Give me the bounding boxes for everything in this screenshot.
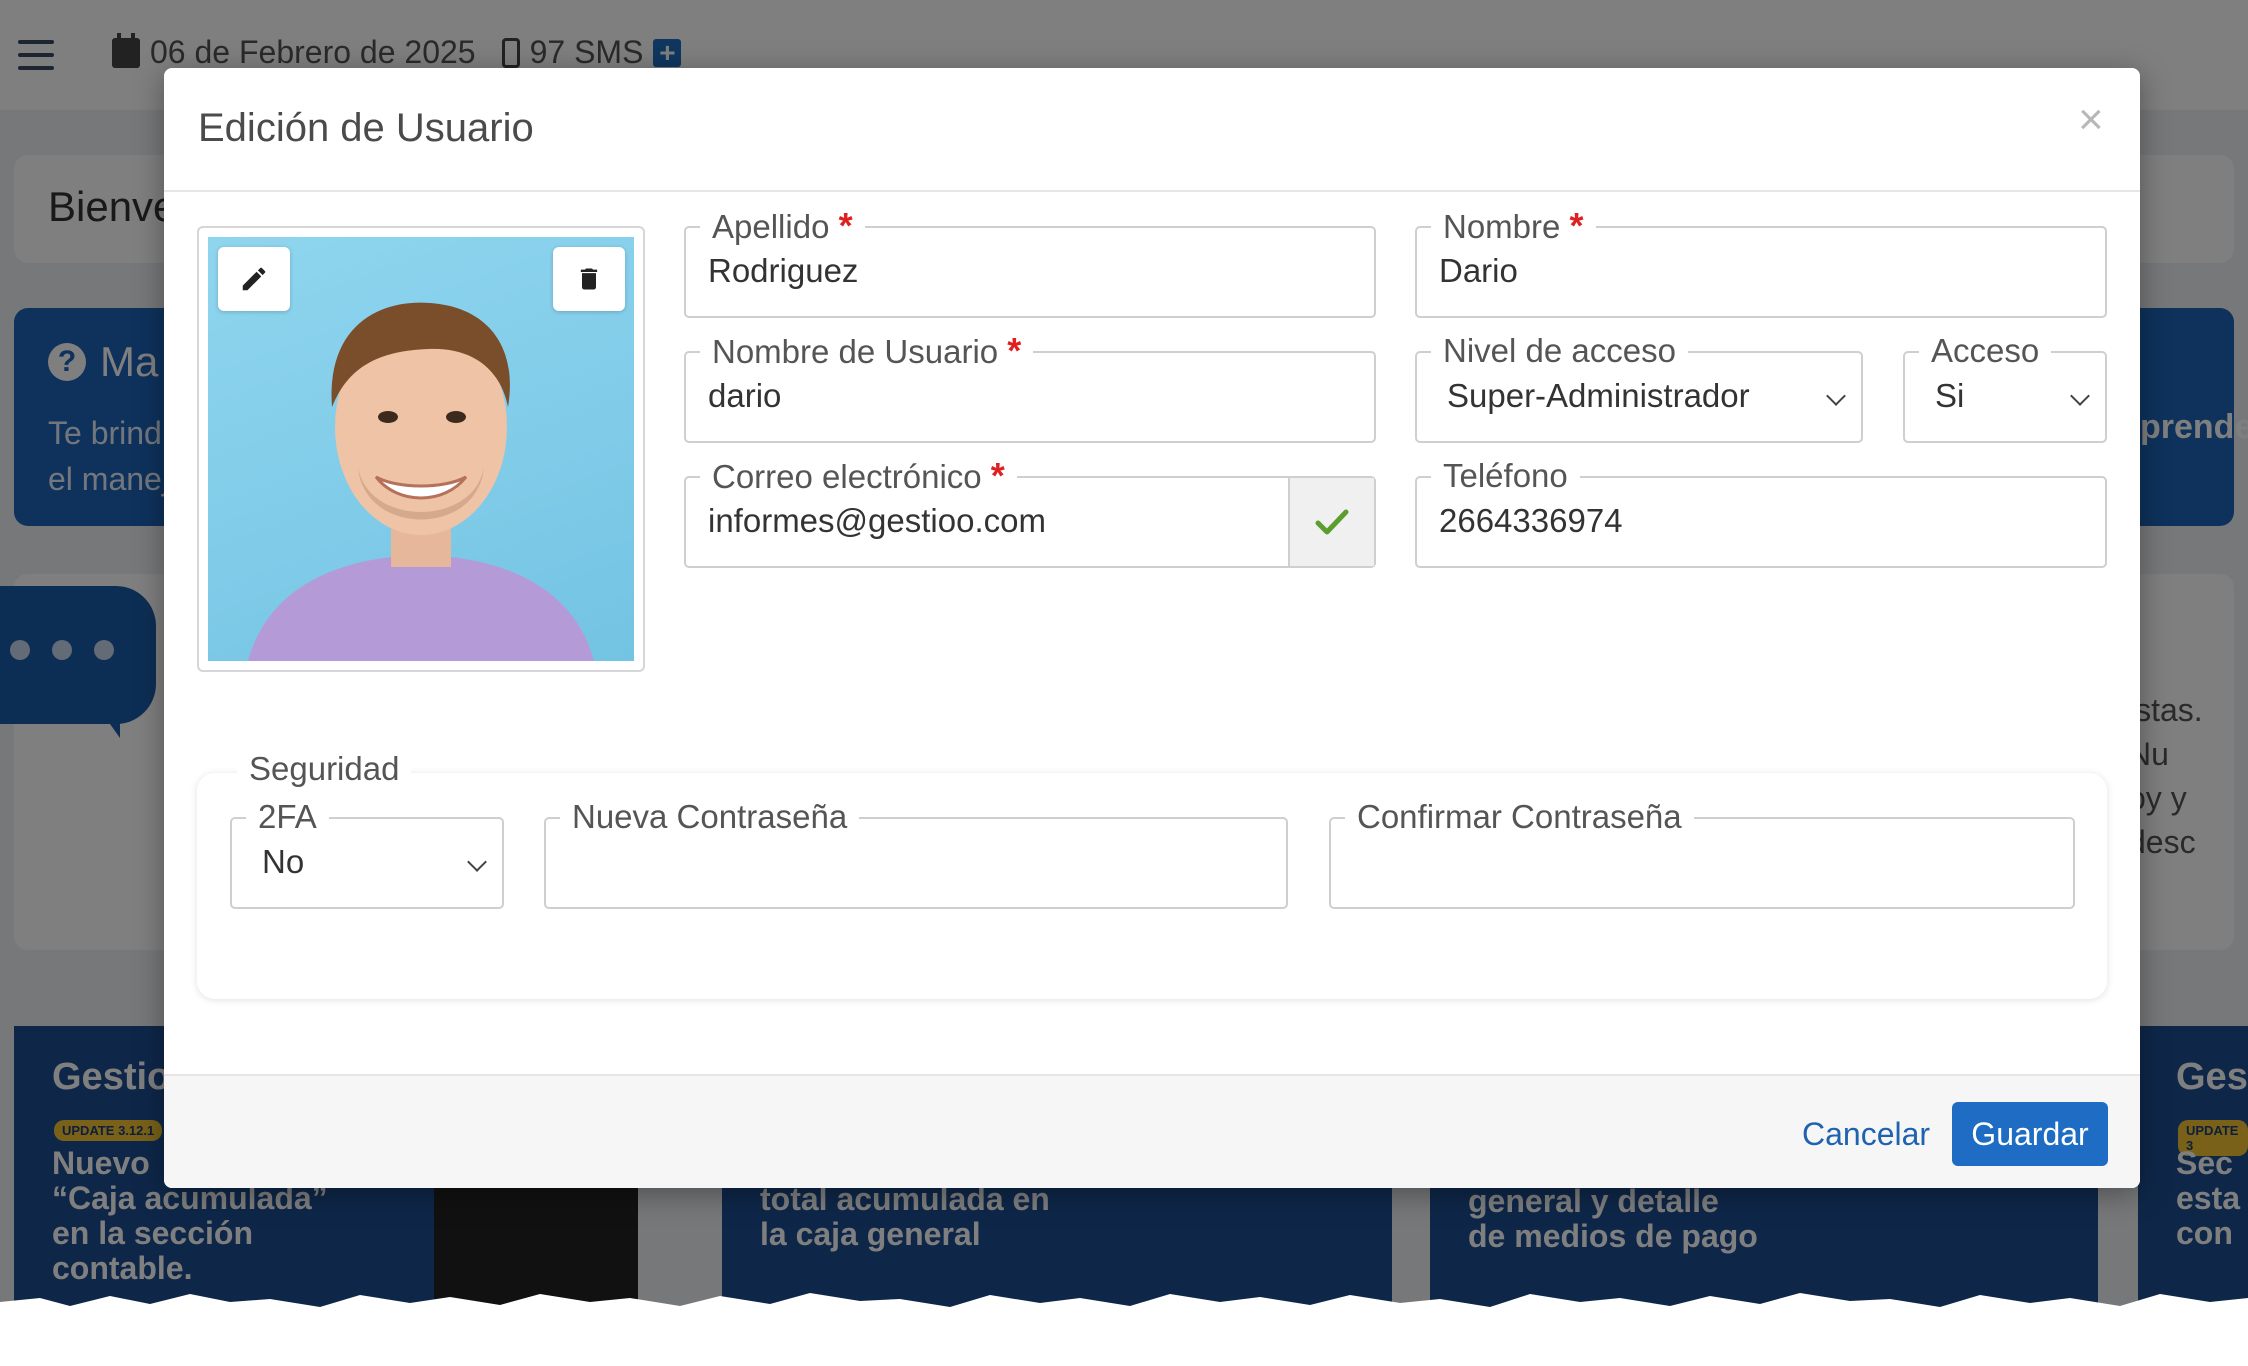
chevron-down-icon [1826, 386, 1846, 406]
modal-header: Edición de Usuario × [164, 68, 2140, 192]
chevron-down-icon [2070, 386, 2090, 406]
close-icon[interactable]: × [2078, 98, 2104, 142]
telefono-input[interactable]: 2664336974 [1439, 502, 1623, 540]
check-icon [1315, 509, 1349, 535]
apellido-label: Apellido * [700, 206, 865, 247]
apellido-field[interactable]: Apellido * Rodriguez [684, 206, 1376, 318]
modal-footer: Cancelar Guardar [164, 1074, 2140, 1188]
acceso-select[interactable]: Acceso Si [1903, 331, 2107, 443]
usuario-label: Nombre de Usuario * [700, 330, 1034, 372]
nombre-field[interactable]: Nombre * Dario [1415, 206, 2107, 318]
usuario-label-text: Nombre de Usuario [712, 333, 999, 370]
required-marker: * [990, 455, 1005, 496]
correo-label-text: Correo electrónico [712, 458, 982, 495]
usuario-input[interactable]: dario [708, 377, 781, 415]
twofa-select[interactable]: 2FA No [230, 797, 504, 909]
confirm-password-field[interactable]: Confirmar Contraseña [1329, 797, 2075, 909]
twofa-label: 2FA [246, 797, 329, 837]
apellido-input[interactable]: Rodriguez [708, 252, 858, 290]
user-photo-frame [197, 226, 645, 672]
chevron-down-icon [467, 852, 487, 872]
pencil-icon [242, 267, 266, 291]
new-password-label: Nueva Contraseña [560, 797, 860, 837]
apellido-label-text: Apellido [712, 208, 830, 245]
nivel-acceso-value: Super-Administrador [1447, 377, 1750, 414]
cancel-button[interactable]: Cancelar [1802, 1116, 1930, 1153]
edit-photo-button[interactable] [218, 247, 290, 311]
new-password-field[interactable]: Nueva Contraseña [544, 797, 1288, 909]
edit-user-modal: Edición de Usuario × Apellido * Rodrigue… [164, 68, 2140, 1188]
nivel-acceso-label: Nivel de acceso [1431, 331, 1688, 371]
required-marker: * [1569, 205, 1584, 246]
twofa-value: No [262, 843, 305, 880]
required-marker: * [838, 205, 853, 246]
security-section: Seguridad 2FA No Nueva Contraseña Confir… [197, 749, 2107, 999]
modal-title: Edición de Usuario [198, 106, 534, 150]
delete-photo-button[interactable] [553, 247, 625, 311]
usuario-field[interactable]: Nombre de Usuario * dario [684, 331, 1376, 443]
security-legend: Seguridad [237, 749, 412, 789]
user-photo [208, 237, 634, 661]
acceso-label: Acceso [1919, 331, 2052, 371]
telefono-label: Teléfono [1431, 456, 1580, 496]
correo-field[interactable]: Correo electrónico * informes@gestioo.co… [684, 456, 1376, 568]
torn-edge [0, 1293, 2248, 1366]
nivel-acceso-select[interactable]: Nivel de acceso Super-Administrador [1415, 331, 1863, 443]
correo-input[interactable]: informes@gestioo.com [708, 502, 1046, 540]
nombre-label-text: Nombre [1443, 208, 1561, 245]
acceso-value: Si [1935, 377, 1965, 414]
save-button[interactable]: Guardar [1952, 1102, 2108, 1166]
correo-label: Correo electrónico * [700, 456, 1017, 497]
confirm-password-label: Confirmar Contraseña [1345, 797, 1694, 837]
trash-icon [580, 268, 598, 290]
required-marker: * [1007, 330, 1022, 371]
nombre-input[interactable]: Dario [1439, 252, 1518, 290]
telefono-field[interactable]: Teléfono 2664336974 [1415, 456, 2107, 568]
email-verified-addon [1288, 478, 1374, 566]
nombre-label: Nombre * [1431, 206, 1596, 247]
